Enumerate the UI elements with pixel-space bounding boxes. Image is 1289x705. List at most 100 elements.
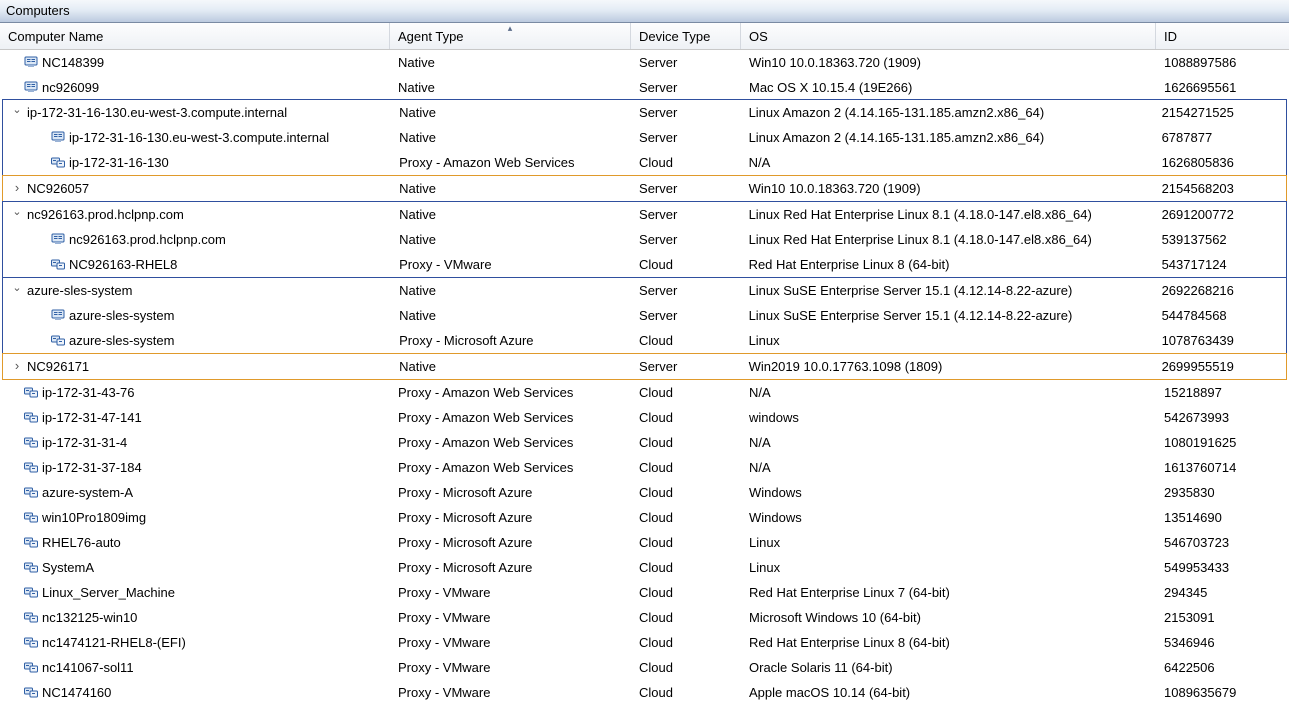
row-group: ip-172-31-16-130.eu-west-3.compute.inter… — [2, 99, 1287, 176]
expander-collapse-icon[interactable] — [11, 208, 23, 221]
cell-name: Linux_Server_Machine — [0, 580, 390, 604]
table-row[interactable]: NC926163-RHEL8 Proxy - VMware Cloud Red … — [3, 252, 1286, 277]
table-row[interactable]: Linux_Server_Machine Proxy - VMware Clou… — [0, 580, 1289, 605]
computer-name-text: ip-172-31-16-130.eu-west-3.compute.inter… — [27, 105, 287, 120]
table-row[interactable]: nc132125-win10 Proxy - VMware Cloud Micr… — [0, 605, 1289, 630]
cell-os: Windows — [741, 480, 1156, 504]
cell-agent: Proxy - Microsoft Azure — [390, 480, 631, 504]
cell-os: Linux — [741, 530, 1156, 554]
computer-name-text: nc1474121-RHEL8-(EFI) — [42, 635, 186, 650]
computer-name-text: nc926163.prod.hclpnp.com — [69, 232, 226, 247]
cell-os: Linux Red Hat Enterprise Linux 8.1 (4.18… — [741, 227, 1154, 251]
cell-agent: Proxy - VMware — [391, 252, 631, 276]
cell-os: Linux Amazon 2 (4.14.165-131.185.amzn2.x… — [741, 125, 1154, 149]
cell-device: Cloud — [631, 630, 741, 654]
table-row[interactable]: ip-172-31-37-184 Proxy - Amazon Web Serv… — [0, 455, 1289, 480]
table-row[interactable]: nc926163.prod.hclpnp.com Native Server L… — [3, 202, 1286, 227]
proxy-icon — [24, 410, 38, 424]
computer-name-text: NC926163-RHEL8 — [69, 257, 177, 272]
computer-name-text: NC926171 — [27, 359, 89, 374]
cell-device: Server — [631, 100, 741, 124]
table-row[interactable]: ip-172-31-16-130.eu-west-3.compute.inter… — [3, 125, 1286, 150]
cell-name: NC926057 — [3, 176, 391, 200]
table-row[interactable]: NC926171 Native Server Win2019 10.0.1776… — [3, 354, 1286, 379]
proxy-icon — [51, 333, 65, 347]
table-row[interactable]: nc141067-sol11 Proxy - VMware Cloud Orac… — [0, 655, 1289, 680]
cell-device: Server — [631, 75, 741, 99]
table-row[interactable]: nc926163.prod.hclpnp.com Native Server L… — [3, 227, 1286, 252]
computer-name-text: azure-system-A — [42, 485, 133, 500]
cell-agent: Native — [390, 75, 631, 99]
computer-icon — [51, 308, 65, 322]
cell-name: ip-172-31-37-184 — [0, 455, 390, 479]
cell-id: 2692268216 — [1154, 278, 1286, 302]
cell-os: Linux SuSE Enterprise Server 15.1 (4.12.… — [741, 303, 1154, 327]
table-row[interactable]: azure-sles-system Native Server Linux Su… — [3, 303, 1286, 328]
cell-device: Cloud — [631, 150, 741, 174]
cell-name: nc141067-sol11 — [0, 655, 390, 679]
table-row[interactable]: ip-172-31-31-4 Proxy - Amazon Web Servic… — [0, 430, 1289, 455]
table-row[interactable]: NC1474160 Proxy - VMware Cloud Apple mac… — [0, 680, 1289, 705]
column-header-id[interactable]: ID — [1156, 23, 1289, 49]
table-row[interactable]: NC926057 Native Server Win10 10.0.18363.… — [3, 176, 1286, 201]
cell-id: 13514690 — [1156, 505, 1289, 529]
table-row[interactable]: ip-172-31-47-141 Proxy - Amazon Web Serv… — [0, 405, 1289, 430]
cell-os: Linux Amazon 2 (4.14.165-131.185.amzn2.x… — [741, 100, 1154, 124]
cell-id: 546703723 — [1156, 530, 1289, 554]
expander-expand-icon[interactable] — [11, 181, 23, 196]
cell-id: 15218897 — [1156, 380, 1289, 404]
cell-os: Linux Red Hat Enterprise Linux 8.1 (4.18… — [741, 202, 1154, 226]
column-header-label: Agent Type — [398, 29, 464, 44]
table-row[interactable]: NC148399 Native Server Win10 10.0.18363.… — [0, 50, 1289, 75]
column-header-agent[interactable]: Agent Type▴ — [390, 23, 631, 49]
cell-name: nc1474121-RHEL8-(EFI) — [0, 630, 390, 654]
proxy-icon — [24, 610, 38, 624]
cell-name: azure-sles-system — [3, 328, 391, 352]
table-row[interactable]: azure-sles-system Native Server Linux Su… — [3, 278, 1286, 303]
computer-name-text: azure-sles-system — [69, 333, 174, 348]
cell-id: 6422506 — [1156, 655, 1289, 679]
cell-agent: Proxy - VMware — [390, 580, 631, 604]
table-row[interactable]: nc1474121-RHEL8-(EFI) Proxy - VMware Clo… — [0, 630, 1289, 655]
cell-agent: Native — [391, 100, 631, 124]
computer-name-text: ip-172-31-47-141 — [42, 410, 142, 425]
table-row[interactable]: nc926099 Native Server Mac OS X 10.15.4 … — [0, 75, 1289, 100]
table-row[interactable]: SystemA Proxy - Microsoft Azure Cloud Li… — [0, 555, 1289, 580]
computer-name-text: ip-172-31-37-184 — [42, 460, 142, 475]
proxy-icon — [24, 685, 38, 699]
row-group: NC926171 Native Server Win2019 10.0.1776… — [2, 353, 1287, 380]
computer-name-text: NC1474160 — [42, 685, 111, 700]
computer-icon — [24, 55, 38, 69]
column-header-os[interactable]: OS — [741, 23, 1156, 49]
table-row[interactable]: ip-172-31-43-76 Proxy - Amazon Web Servi… — [0, 380, 1289, 405]
column-header-name[interactable]: Computer Name — [0, 23, 390, 49]
cell-agent: Proxy - Amazon Web Services — [390, 455, 631, 479]
expander-expand-icon[interactable] — [11, 359, 23, 374]
cell-device: Cloud — [631, 430, 741, 454]
cell-id: 542673993 — [1156, 405, 1289, 429]
proxy-icon — [24, 535, 38, 549]
cell-agent: Native — [391, 202, 631, 226]
cell-device: Server — [631, 50, 741, 74]
table-row[interactable]: ip-172-31-16-130 Proxy - Amazon Web Serv… — [3, 150, 1286, 175]
cell-os: N/A — [741, 430, 1156, 454]
cell-os: N/A — [741, 150, 1154, 174]
expander-collapse-icon[interactable] — [11, 284, 23, 297]
row-group: azure-sles-system Native Server Linux Su… — [2, 277, 1287, 354]
column-header-device[interactable]: Device Type — [631, 23, 741, 49]
table-row[interactable]: RHEL76-auto Proxy - Microsoft Azure Clou… — [0, 530, 1289, 555]
cell-os: N/A — [741, 455, 1156, 479]
table-row[interactable]: win10Pro1809img Proxy - Microsoft Azure … — [0, 505, 1289, 530]
cell-name: SystemA — [0, 555, 390, 579]
expander-collapse-icon[interactable] — [11, 106, 23, 119]
cell-agent: Proxy - Microsoft Azure — [390, 505, 631, 529]
row-group: NC926057 Native Server Win10 10.0.18363.… — [2, 175, 1287, 202]
cell-id: 543717124 — [1154, 252, 1286, 276]
table-body: NC148399 Native Server Win10 10.0.18363.… — [0, 50, 1289, 705]
cell-os: Red Hat Enterprise Linux 7 (64-bit) — [741, 580, 1156, 604]
table-row[interactable]: azure-sles-system Proxy - Microsoft Azur… — [3, 328, 1286, 353]
table-row[interactable]: ip-172-31-16-130.eu-west-3.compute.inter… — [3, 100, 1286, 125]
table-row[interactable]: azure-system-A Proxy - Microsoft Azure C… — [0, 480, 1289, 505]
cell-agent: Proxy - Microsoft Azure — [390, 555, 631, 579]
cell-device: Cloud — [631, 505, 741, 529]
